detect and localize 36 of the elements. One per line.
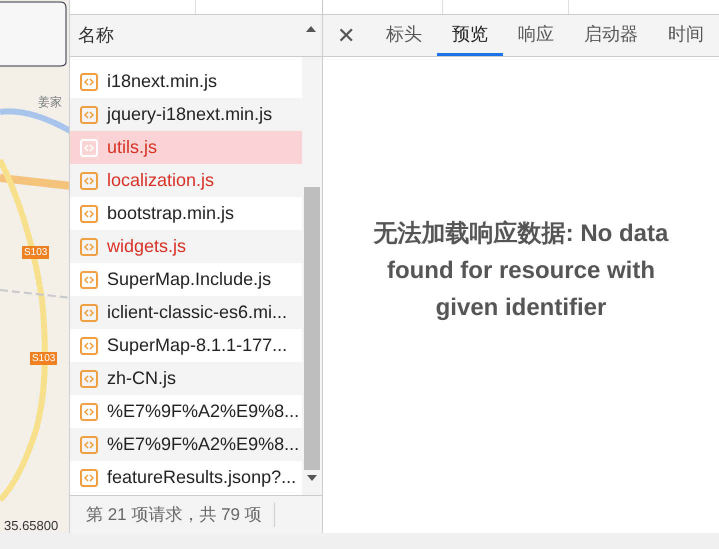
script-file-icon <box>80 436 98 454</box>
script-file-icon <box>80 270 98 288</box>
scroll-up-icon[interactable] <box>306 26 316 32</box>
road-badge: S103 <box>30 352 58 365</box>
script-file-icon <box>80 304 98 322</box>
scroll-down-icon[interactable] <box>307 475 317 481</box>
scrollbar-thumb[interactable] <box>304 187 320 470</box>
script-file-icon <box>80 402 98 420</box>
error-message: 无法加载响应数据: No data found for resource with given identifier <box>372 218 670 322</box>
script-file-icon <box>80 106 98 124</box>
script-file-icon <box>80 238 98 256</box>
script-file-icon <box>80 72 98 90</box>
coordinate-label: 35.65800 <box>4 517 58 533</box>
tab[interactable]: 启动器 <box>569 15 653 56</box>
script-file-icon <box>80 468 98 486</box>
request-row[interactable]: iclient-classic-es6.mi... <box>70 296 302 329</box>
tab[interactable]: 响应 <box>503 15 569 56</box>
script-file-icon <box>80 370 98 388</box>
script-file-icon <box>80 204 98 222</box>
request-row[interactable]: localization.js <box>70 164 302 197</box>
script-file-icon <box>80 336 98 354</box>
script-file-icon <box>80 172 98 190</box>
request-row[interactable]: utils.js <box>70 131 302 164</box>
place-label: 姜家 <box>38 94 62 111</box>
close-button[interactable]: ✕ <box>337 15 371 56</box>
request-row[interactable]: widgets.js <box>70 230 302 263</box>
column-header[interactable]: 名称 <box>78 22 114 49</box>
request-row[interactable]: jquery-i18next.min.js <box>70 98 302 131</box>
tab[interactable]: 时间 <box>653 15 719 56</box>
tab[interactable]: 预览 <box>437 15 503 56</box>
road-badge: S103 <box>22 246 50 259</box>
request-row[interactable]: zh-CN.js <box>70 362 302 395</box>
tab[interactable]: 标头 <box>371 15 437 56</box>
script-file-icon <box>80 138 98 156</box>
request-count: 第 21 项请求，共 79 项 <box>86 504 262 526</box>
request-row[interactable]: %E7%9F%A2%E9%8... <box>70 428 302 461</box>
